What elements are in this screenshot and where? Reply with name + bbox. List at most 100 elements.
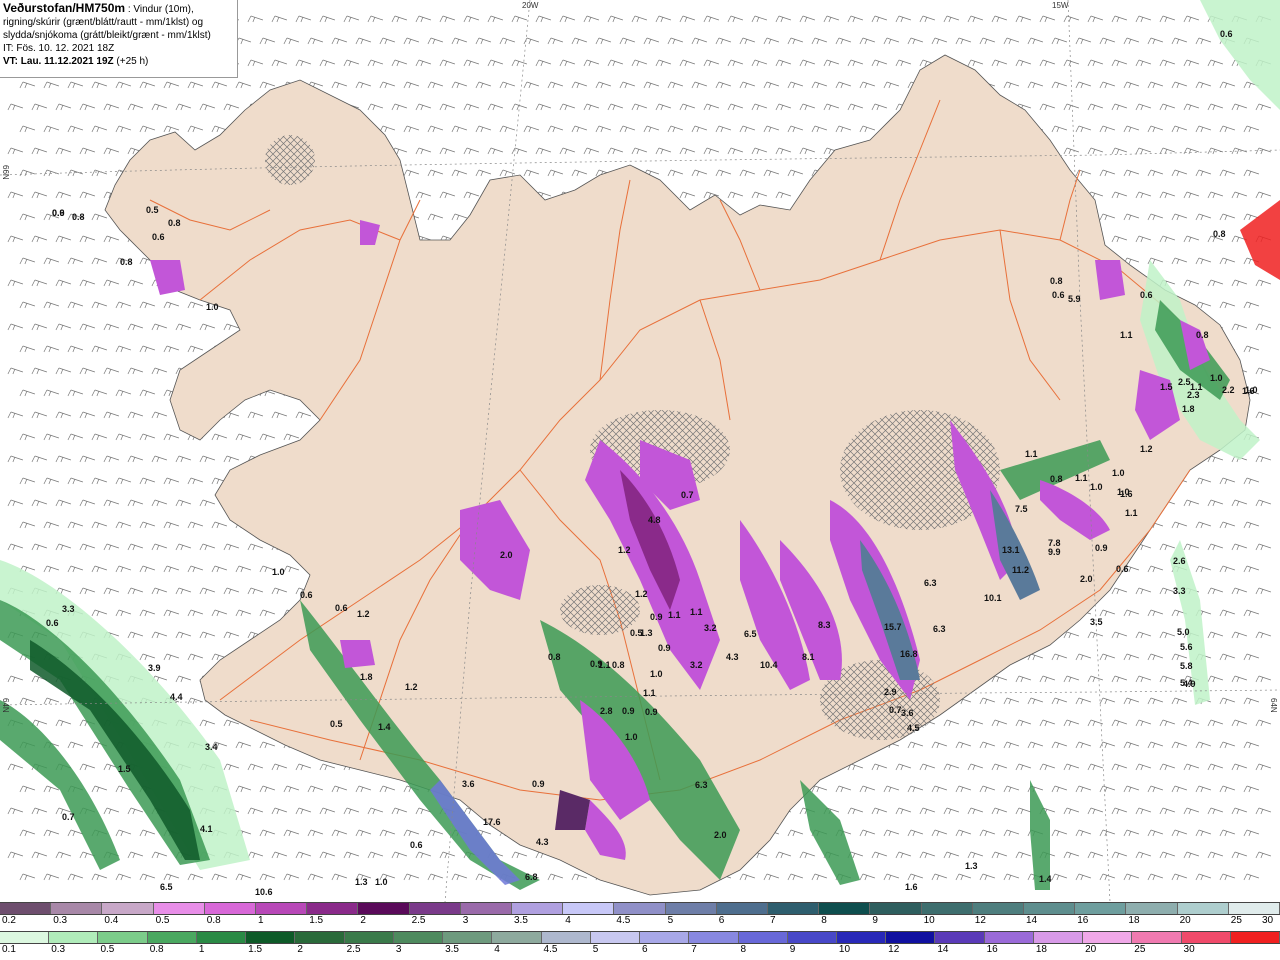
- legend-swatch: [1177, 903, 1229, 914]
- precip-value: 13.1: [1002, 545, 1020, 555]
- precip-value: 0.5: [330, 719, 343, 729]
- precip-value: 3.2: [704, 623, 717, 633]
- precip-value: 16.8: [900, 649, 918, 659]
- precip-value: 0.9: [532, 779, 545, 789]
- lon-label-20w: 20W: [522, 1, 539, 10]
- legend-swatch: [921, 903, 973, 914]
- precip-value: 5.9: [1068, 294, 1081, 304]
- precip-value: 4.8: [648, 515, 661, 525]
- rain-legend-bar: [0, 931, 1280, 944]
- lead-time: (+25 h): [116, 56, 149, 67]
- snow-legend-labels: 0.2 0.3 0.4 0.5 0.8 1 1.5 2 2.5 3 3.5 4 4.5 5 6 7 8 9 10 12…: [0, 915, 1280, 928]
- legend-label: 0.1: [2, 944, 16, 955]
- map-info-box: Veðurstofan/HM750m : Vindur (10m), rigni…: [0, 0, 238, 78]
- legend-swatch: [1083, 932, 1133, 943]
- precip-value: 1.0: [1210, 373, 1223, 383]
- precip-value: 0.9: [650, 612, 663, 622]
- legend-label: 3.5: [514, 915, 528, 926]
- legend-swatch: [460, 903, 513, 914]
- legend-swatch: [886, 932, 936, 943]
- legend-label: 12: [974, 915, 986, 926]
- legend-swatch: [147, 932, 197, 943]
- legend-swatch: [614, 903, 666, 914]
- legend-label: 4: [565, 915, 571, 926]
- legend-swatch: [358, 903, 410, 914]
- precip-value: 1.2: [618, 545, 631, 555]
- precip-value: 10.4: [760, 660, 778, 670]
- precip-value: 1.0: [1117, 487, 1130, 497]
- precip-value: 2.0: [714, 830, 727, 840]
- precip-value: 0.8: [120, 257, 133, 267]
- precip-value: 0.6: [1220, 29, 1233, 39]
- precip-value: 2.8: [600, 706, 613, 716]
- legend-swatch: [443, 932, 493, 943]
- precip-value: 10.1: [984, 593, 1002, 603]
- legend-label: 18: [1035, 944, 1047, 955]
- precip-value: 0.6: [1140, 290, 1153, 300]
- precip-value: 0.9: [1095, 543, 1108, 553]
- legend-swatch: [541, 932, 591, 943]
- legend-label: 16: [1077, 915, 1089, 926]
- legend-label: 7: [770, 915, 776, 926]
- precip-value: 4.3: [726, 652, 739, 662]
- legend-swatch: [689, 932, 739, 943]
- precip-value: 0.9: [658, 643, 671, 653]
- legend-swatch: [1075, 903, 1127, 914]
- legend-swatch: [196, 932, 247, 943]
- legend-swatch: [590, 932, 641, 943]
- precip-value: 8.3: [818, 620, 831, 630]
- legend-label: 0.8: [149, 944, 164, 955]
- precip-value: 6.8: [525, 872, 538, 882]
- legend-label: 1: [258, 915, 264, 926]
- legend-swatch: [98, 932, 148, 943]
- legend-label: 25: [1134, 944, 1146, 955]
- precip-value: 4.9: [1183, 679, 1196, 689]
- init-time: IT: Fös. 10. 12. 2021 18Z: [3, 43, 115, 54]
- precip-value: 1.0: [1245, 385, 1258, 395]
- precip-value: 0.6: [300, 590, 313, 600]
- lat-label-64n-left: 64N: [1, 698, 10, 713]
- legend-label: 9: [789, 944, 796, 955]
- legend-swatch: [972, 903, 1025, 914]
- precip-value: 1.3: [640, 628, 653, 638]
- precip-value: 0.7: [681, 490, 694, 500]
- legend-swatch: [409, 903, 461, 914]
- desc-line-1: : Vindur (10m),: [127, 4, 194, 15]
- precip-value: 3.6: [462, 779, 475, 789]
- snow-legend-bar: [0, 902, 1280, 915]
- legend-swatch: [1033, 932, 1084, 943]
- legend-swatch: [1024, 903, 1076, 914]
- legend-swatch: [787, 932, 837, 943]
- precip-value: 1.5: [1160, 382, 1173, 392]
- legend-swatch: [1126, 903, 1178, 914]
- precip-value: 1.1: [1025, 449, 1038, 459]
- precip-value: 1.1: [668, 610, 681, 620]
- precip-value: 1.8: [1182, 404, 1195, 414]
- legend-swatch: [393, 932, 444, 943]
- legend-label: 1.5: [309, 915, 324, 926]
- legend-swatch: [492, 932, 542, 943]
- precip-value: 0.6: [46, 618, 59, 628]
- precip-value: 3.4: [205, 742, 218, 752]
- legend-label: 14: [937, 944, 949, 955]
- legend-label: 6: [718, 915, 725, 926]
- precip-value: 0.8: [612, 660, 625, 670]
- legend-swatch: [836, 932, 887, 943]
- legend-label: 0.3: [53, 915, 68, 926]
- precip-value: 1.0: [1090, 482, 1103, 492]
- precip-value: 5.8: [1180, 661, 1193, 671]
- legend-label: 20: [1085, 944, 1097, 955]
- legend-swatch: [307, 903, 359, 914]
- legend-label: 8: [740, 944, 747, 955]
- precip-value: 1.0: [375, 877, 388, 887]
- precip-value: 0.6: [410, 840, 423, 850]
- legend-swatch: [665, 903, 717, 914]
- legend-swatch: [49, 932, 99, 943]
- precip-value: 1.0: [272, 567, 285, 577]
- precip-value: 0.6: [152, 232, 165, 242]
- legend-swatch: [295, 932, 345, 943]
- legend-swatch: [984, 932, 1034, 943]
- valid-time: VT: Lau. 11.12.2021 19Z: [3, 56, 114, 67]
- legend-swatch: [0, 903, 52, 914]
- legend-label: 4.5: [543, 944, 558, 955]
